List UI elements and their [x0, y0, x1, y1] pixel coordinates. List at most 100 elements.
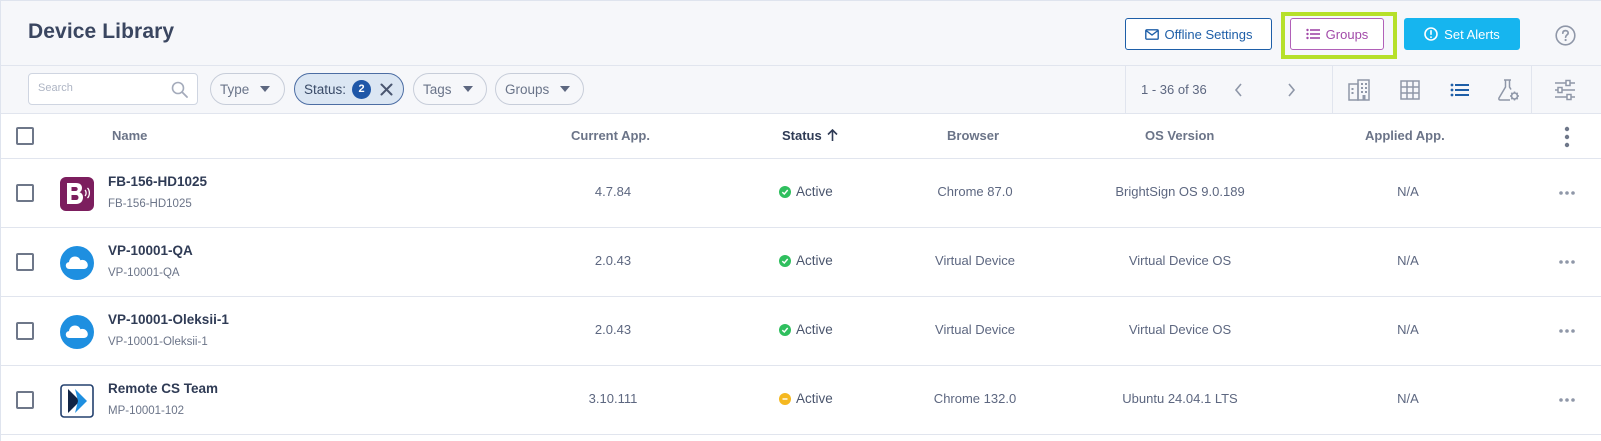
column-header-status-label: Status	[782, 128, 822, 143]
set-alerts-button[interactable]: Set Alerts	[1404, 18, 1520, 50]
column-header-name[interactable]: Name	[112, 128, 147, 143]
status-check-icon	[779, 185, 791, 198]
current-app-cell: 2.0.43	[594, 253, 632, 268]
more-options-icon[interactable]	[1558, 190, 1576, 196]
search-input[interactable]	[38, 82, 163, 94]
chevron-left-icon[interactable]	[1232, 82, 1246, 98]
applied-app-cell: N/A	[1397, 322, 1419, 337]
device-name[interactable]: FB-156-HD1025	[108, 174, 207, 189]
table-row[interactable]: Remote CS Team MP-10001-102 3.10.111 Act…	[1, 366, 1601, 435]
status-cell: Active	[779, 253, 833, 268]
browser-cell: Chrome 132.0	[933, 391, 1017, 406]
column-header-applied-app[interactable]: Applied App.	[1365, 128, 1445, 143]
list-view-icon[interactable]	[1448, 78, 1472, 102]
current-app-cell: 4.7.84	[594, 184, 632, 199]
sliders-icon[interactable]	[1553, 78, 1577, 102]
device-id: FB-156-HD1025	[108, 198, 192, 210]
search-icon[interactable]	[171, 81, 188, 98]
table-header: Name Current App. Status Browser OS Vers…	[1, 114, 1601, 159]
type-filter-dropdown[interactable]: Type	[210, 73, 285, 105]
browser-cell: Virtual Device	[935, 253, 1015, 268]
select-all-checkbox[interactable]	[16, 127, 34, 145]
row-checkbox[interactable]	[16, 184, 34, 202]
browser-cell: Virtual Device	[935, 322, 1015, 337]
lab-settings-icon[interactable]	[1496, 78, 1520, 102]
help-circle-icon[interactable]	[1555, 25, 1576, 46]
status-label: Active	[796, 322, 833, 337]
cloud-icon	[60, 246, 94, 280]
column-header-status[interactable]: Status	[782, 128, 838, 143]
device-id: VP-10001-QA	[108, 267, 180, 279]
chevron-right-icon[interactable]	[1284, 82, 1298, 98]
groups-button-label: Groups	[1325, 26, 1369, 42]
status-warning-icon	[779, 392, 791, 405]
divider	[1531, 66, 1532, 114]
current-app-cell: 3.10.111	[588, 391, 638, 406]
status-label: Active	[796, 391, 833, 406]
applied-app-cell: N/A	[1397, 184, 1419, 199]
status-check-icon	[779, 323, 791, 336]
groups-filter-dropdown[interactable]: Groups	[495, 73, 584, 105]
device-name[interactable]: Remote CS Team	[108, 381, 218, 396]
table-row[interactable]: VP-10001-QA VP-10001-QA 2.0.43 Active Vi…	[1, 228, 1601, 297]
alert-circle-icon	[1424, 27, 1438, 41]
status-cell: Active	[779, 322, 833, 337]
device-name[interactable]: VP-10001-QA	[108, 243, 193, 258]
close-icon[interactable]	[380, 83, 393, 96]
status-cell: Active	[779, 391, 833, 406]
groups-button[interactable]: Groups	[1290, 18, 1384, 50]
mail-icon	[1144, 28, 1159, 40]
row-checkbox[interactable]	[16, 253, 34, 271]
status-filter-chip[interactable]: Status: 2	[294, 73, 404, 105]
divider	[1125, 66, 1126, 114]
tags-filter-label: Tags	[423, 81, 452, 97]
pagination-range: 1 - 36 of 36	[1141, 82, 1207, 97]
list-icon	[1305, 28, 1320, 40]
more-options-icon[interactable]	[1558, 328, 1576, 334]
search-box[interactable]	[28, 73, 198, 105]
chevron-down-icon	[560, 86, 571, 92]
row-checkbox[interactable]	[16, 391, 34, 409]
type-filter-label: Type	[220, 81, 250, 97]
offline-settings-button[interactable]: Offline Settings	[1125, 18, 1272, 50]
os-version-cell: Virtual Device OS	[1128, 253, 1232, 268]
grid-view-icon[interactable]	[1398, 78, 1422, 102]
os-version-cell: BrightSign OS 9.0.189	[1115, 184, 1245, 199]
brightsign-logo-icon	[60, 177, 94, 211]
row-checkbox[interactable]	[16, 322, 34, 340]
tags-filter-dropdown[interactable]: Tags	[413, 73, 487, 105]
status-count-badge: 2	[352, 79, 372, 99]
device-name[interactable]: VP-10001-Oleksii-1	[108, 312, 229, 327]
applied-app-cell: N/A	[1397, 253, 1419, 268]
column-header-current-app[interactable]: Current App.	[571, 128, 650, 143]
groups-filter-label: Groups	[505, 81, 550, 97]
table-row[interactable]: FB-156-HD1025 FB-156-HD1025 4.7.84 Activ…	[1, 159, 1601, 228]
filter-toolbar: Type Status: 2 Tags Groups 1 - 36 of 36	[1, 66, 1601, 114]
cloud-icon	[60, 315, 94, 349]
os-version-cell: Virtual Device OS	[1128, 322, 1232, 337]
set-alerts-label: Set Alerts	[1444, 26, 1500, 42]
column-header-browser[interactable]: Browser	[947, 128, 999, 143]
sort-ascending-icon	[827, 129, 838, 141]
more-options-icon[interactable]	[1558, 397, 1576, 403]
column-header-os-version[interactable]: OS Version	[1145, 128, 1214, 143]
device-id: MP-10001-102	[108, 405, 185, 417]
browser-cell: Chrome 87.0	[937, 184, 1013, 199]
status-cell: Active	[779, 184, 833, 199]
offline-settings-label: Offline Settings	[1164, 26, 1253, 42]
chevron-down-icon	[462, 86, 473, 92]
building-view-icon[interactable]	[1347, 78, 1371, 102]
divider	[1332, 66, 1333, 114]
page-title: Device Library	[28, 20, 175, 43]
media-player-logo-icon	[60, 384, 94, 418]
column-options-icon[interactable]	[1564, 126, 1570, 148]
page-header: Device Library Offline Settings Groups S…	[1, 1, 1601, 66]
status-label: Active	[796, 184, 833, 199]
status-check-icon	[779, 254, 791, 267]
status-filter-label: Status:	[304, 81, 347, 97]
device-id: VP-10001-Oleksii-1	[108, 336, 208, 348]
more-options-icon[interactable]	[1558, 259, 1576, 265]
table-row[interactable]: VP-10001-Oleksii-1 VP-10001-Oleksii-1 2.…	[1, 297, 1601, 366]
status-label: Active	[796, 253, 833, 268]
current-app-cell: 2.0.43	[594, 322, 632, 337]
